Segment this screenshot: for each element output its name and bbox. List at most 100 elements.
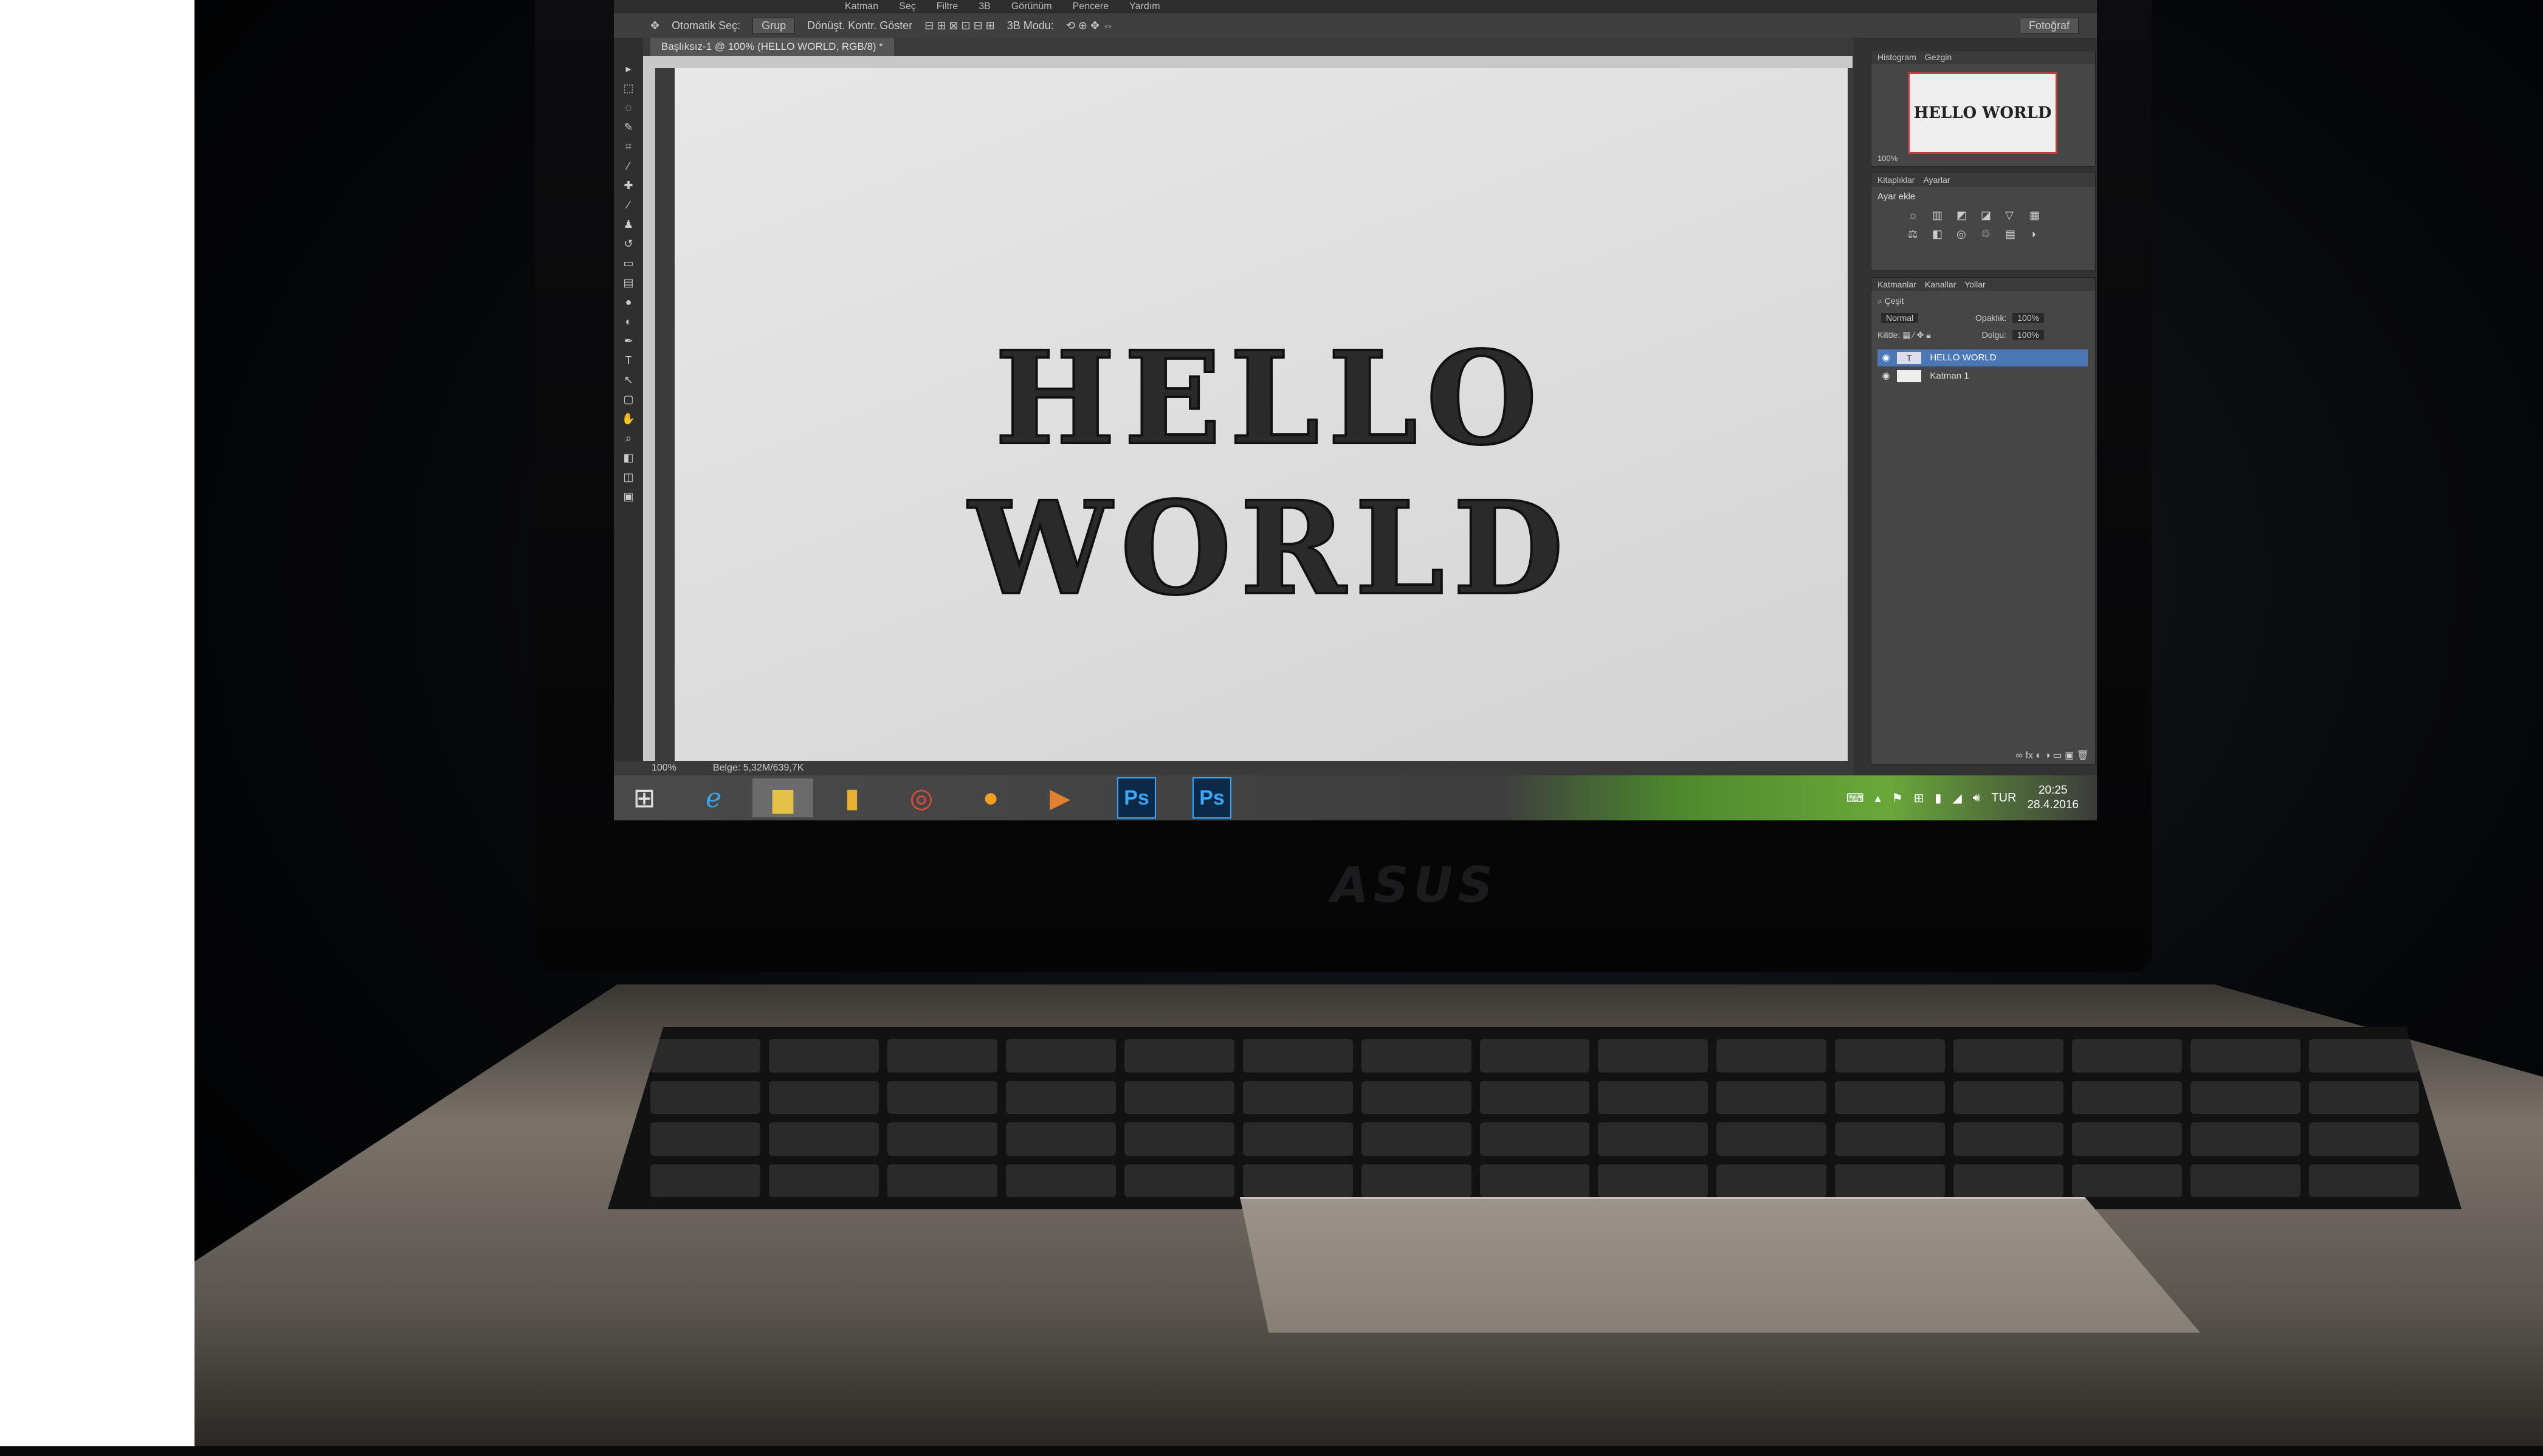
blur-icon[interactable]: ● [621, 295, 636, 309]
history-brush-icon[interactable]: ↺ [621, 237, 636, 250]
lasso-icon[interactable]: ◌ [621, 101, 636, 114]
keyboard-icon[interactable]: ⌨ [1846, 791, 1864, 806]
file-explorer-icon[interactable]: ▆ [752, 778, 813, 817]
keyboard-key [1953, 1080, 2064, 1114]
marquee-icon[interactable]: ⬚ [621, 81, 636, 95]
zoom-icon[interactable]: ⌕ [621, 431, 636, 445]
start-icon[interactable]: ⊞ [614, 778, 675, 817]
3d-mode-icons[interactable]: ⟲ ⊕ ✥ ⇔ [1066, 19, 1113, 32]
fill-field[interactable]: 100% [2012, 330, 2044, 340]
vibrance-icon[interactable]: ▽ [2005, 209, 2023, 222]
tab-channels[interactable]: Kanallar [1925, 278, 1956, 291]
shape-icon[interactable]: ▢ [621, 393, 636, 406]
chevron-up-icon[interactable]: ▴ [1875, 791, 1881, 806]
menu-select[interactable]: Seç [899, 0, 916, 13]
eraser-icon[interactable]: ▭ [621, 256, 636, 270]
photoshop-icon[interactable]: Ps [1192, 777, 1231, 819]
navigator-zoom[interactable]: 100% [1877, 154, 1898, 163]
path-select-icon[interactable]: ↖ [621, 373, 636, 386]
tab-layers[interactable]: Katmanlar [1877, 278, 1916, 291]
layer-row-text[interactable]: ◉ T HELLO WORLD [1877, 349, 2088, 366]
bw-icon[interactable]: ◧ [1932, 228, 1950, 241]
keyboard-key [1361, 1039, 1471, 1073]
clock[interactable]: 20:25 28.4.2016 [2027, 783, 2079, 812]
transform-controls-checkbox[interactable]: Dönüşt. Kontr. Göster [807, 19, 912, 32]
battery-icon[interactable]: ▮ [1935, 791, 1941, 806]
navigator-preview[interactable]: HELLO WORLD [1908, 72, 2057, 154]
pen-icon[interactable]: ✒ [621, 334, 636, 348]
brightness-icon[interactable]: ☼ [1908, 209, 1926, 222]
bottom-edge [0, 1446, 2543, 1456]
eyedropper-icon[interactable]: ⁄ [621, 159, 636, 173]
photo-filter-icon[interactable]: ◎ [1956, 228, 1975, 241]
auto-select-checkbox[interactable]: Otomatik Seç: [672, 19, 740, 32]
cloud-app-icon[interactable]: ● [960, 778, 1021, 817]
gradient-icon[interactable]: ▤ [621, 276, 636, 289]
document-tab[interactable]: Başlıksız-1 @ 100% (HELLO WORLD, RGB/8) … [650, 38, 894, 56]
tab-navigator[interactable]: Gezgin [1925, 50, 1952, 64]
healing-icon[interactable]: ✚ [621, 179, 636, 192]
tab-paths[interactable]: Yollar [1964, 278, 1986, 291]
brush-icon[interactable]: ∕ [621, 198, 636, 211]
hand-icon[interactable]: ✋ [621, 412, 636, 425]
keyboard-key [1479, 1122, 1590, 1156]
menu-filter[interactable]: Filtre [937, 0, 958, 13]
keyboard-key [1598, 1039, 1709, 1073]
lookup-icon[interactable]: ▤ [2005, 228, 2023, 241]
auto-select-target-dropdown[interactable]: Grup [752, 17, 796, 34]
flag-icon[interactable]: ⚑ [1892, 791, 1903, 806]
menu-view[interactable]: Görünüm [1011, 0, 1052, 13]
eye-icon[interactable]: ◉ [1877, 349, 1894, 366]
zoom-level[interactable]: 100% [652, 761, 676, 775]
mixer-icon[interactable]: ♲ [1981, 228, 1999, 241]
blend-mode-dropdown[interactable]: Normal [1881, 313, 1919, 323]
tab-libraries[interactable]: Kitaplıklar [1877, 173, 1915, 187]
tab-adjustments[interactable]: Ayarlar [1923, 173, 1950, 187]
internet-explorer-icon[interactable]: ℯ [683, 778, 744, 817]
language-indicator[interactable]: TUR [1991, 791, 2016, 805]
layer-filter-kind[interactable]: ⌕ Çeşit [1877, 296, 1904, 306]
hue-icon[interactable]: ▦ [2029, 209, 2048, 222]
tools-panel: ▸ ⬚ ◌ ✎ ⌗ ⁄ ✚ ∕ ♟ ↺ ▭ ▤ ● ◐ ✒ T ↖ ▢ ✋ ⌕ … [614, 38, 643, 761]
keyboard-key [1242, 1080, 1353, 1114]
eye-icon[interactable]: ◉ [1877, 368, 1894, 385]
keyboard-key [1005, 1039, 1116, 1073]
curves-icon[interactable]: ◩ [1956, 209, 1975, 222]
levels-icon[interactable]: ▥ [1932, 209, 1950, 222]
folder-icon[interactable]: ▮ [822, 778, 883, 817]
layer-row-background[interactable]: ◉ Katman 1 [1877, 368, 2088, 385]
windows-icon[interactable]: ⊞ [1914, 791, 1924, 806]
menu-layer[interactable]: Katman [845, 0, 878, 13]
media-player-icon[interactable]: ▶ [1030, 778, 1090, 817]
crop-icon[interactable]: ⌗ [621, 140, 636, 153]
move-icon[interactable]: ▸ [621, 62, 636, 75]
menu-3d[interactable]: 3B [979, 0, 991, 13]
menu-window[interactable]: Pencere [1073, 0, 1109, 13]
volume-icon[interactable]: 🔊︎ [1973, 791, 1981, 805]
color-swatch-icon[interactable]: ◧ [621, 451, 636, 464]
wifi-icon[interactable]: ◢ [1952, 791, 1961, 806]
type-icon[interactable]: T [621, 354, 636, 367]
document-canvas[interactable]: HELLO WORLD [675, 68, 1848, 761]
quick-select-icon[interactable]: ✎ [621, 120, 636, 134]
exposure-icon[interactable]: ◪ [1981, 209, 1999, 222]
opacity-field[interactable]: 100% [2012, 313, 2045, 323]
menu-help[interactable]: Yardım [1129, 0, 1160, 13]
keyboard-key [1598, 1122, 1709, 1156]
keyboard-key [1361, 1080, 1471, 1114]
chrome-icon[interactable]: ◎ [891, 778, 952, 817]
photoshop-icon[interactable]: Ps [1117, 777, 1156, 819]
layer-actions-icons[interactable]: ∞ fx ◐ ◑ ▭ ▣ 🗑︎ [2016, 749, 2089, 761]
screen-mode-icon[interactable]: ▣ [621, 490, 636, 503]
workspace-dropdown[interactable]: Fotoğraf [2019, 17, 2079, 34]
quick-mask-icon[interactable]: ◫ [621, 470, 636, 484]
align-icons[interactable]: ⊟ ⊞ ⊠ ⊡ ⊟ ⊞ [924, 19, 995, 32]
keyboard-key [1361, 1122, 1471, 1156]
stamp-icon[interactable]: ♟ [621, 218, 636, 231]
move-tool-icon[interactable]: ✥ [650, 19, 659, 32]
invert-icon[interactable]: ◑ [2029, 228, 2048, 241]
dodge-icon[interactable]: ◐ [621, 315, 636, 328]
balance-icon[interactable]: ⚖ [1908, 228, 1926, 241]
lock-icons[interactable]: ▦ ∕ ✥ 🔒︎ [1902, 330, 1930, 340]
tab-histogram[interactable]: Histogram [1877, 50, 1916, 64]
